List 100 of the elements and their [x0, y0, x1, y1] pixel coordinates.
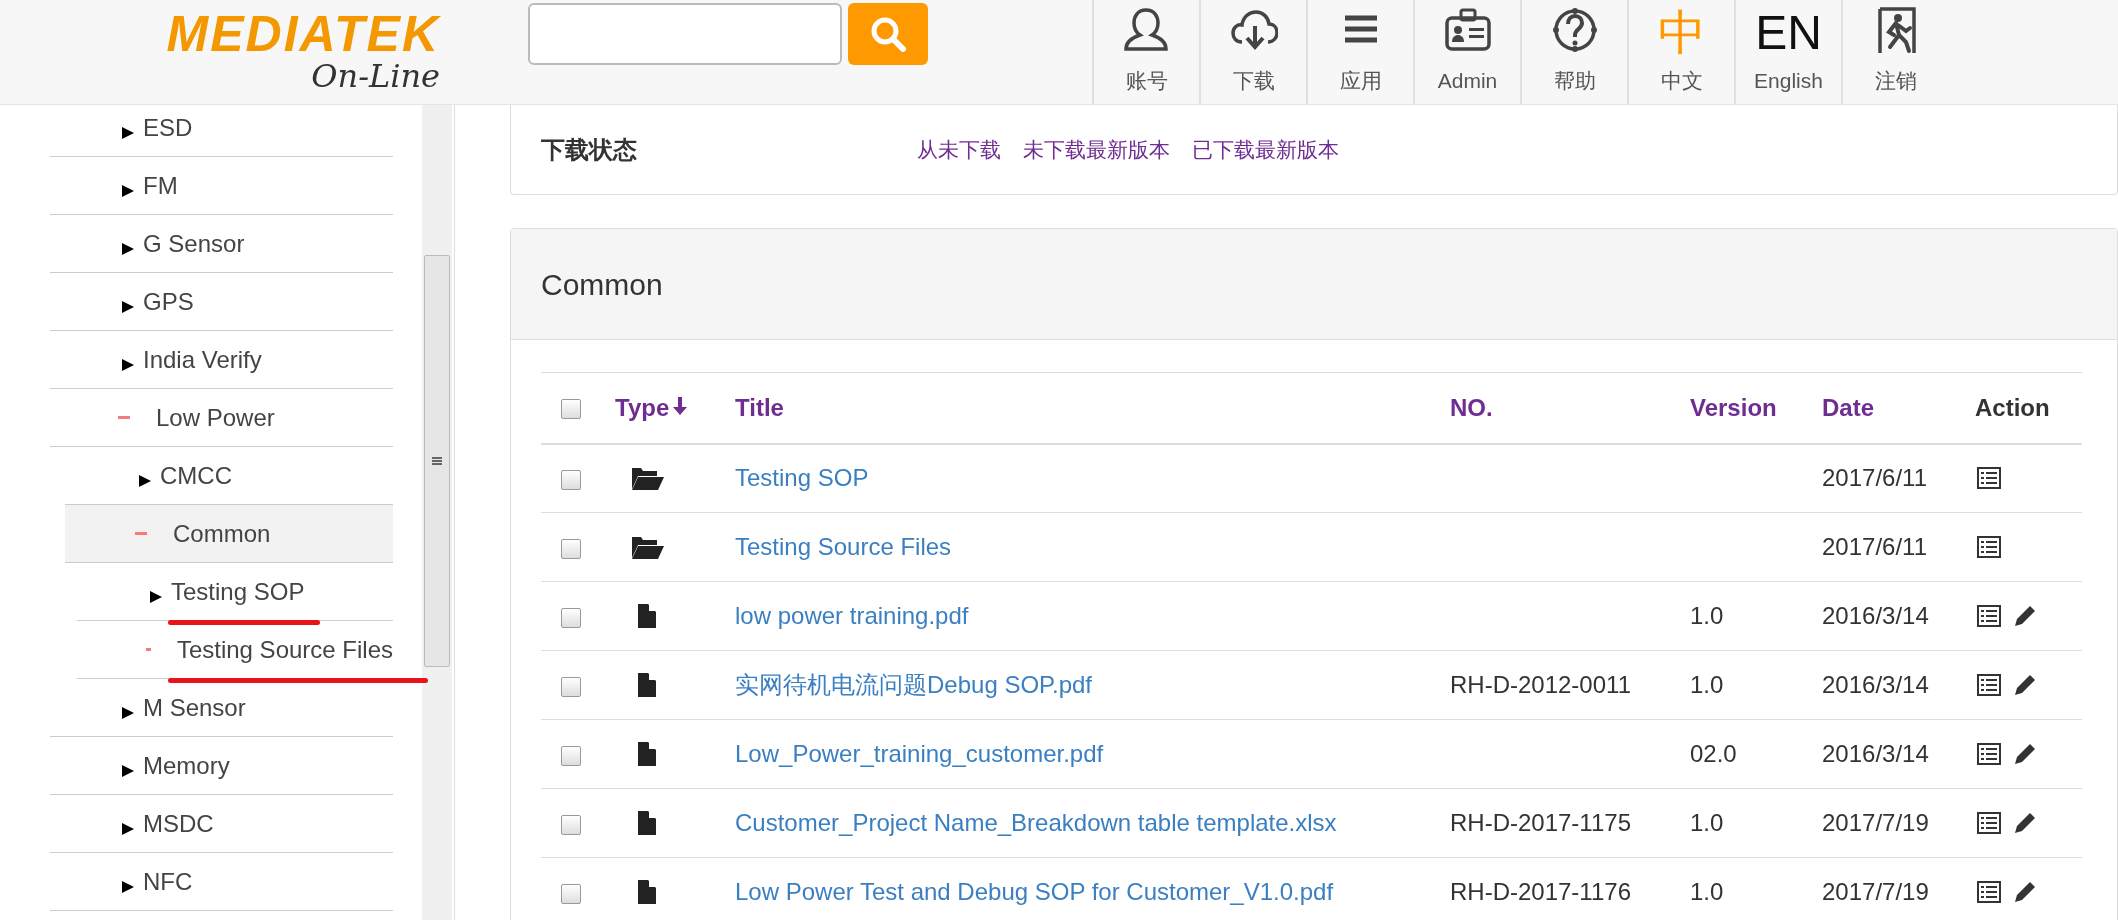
- language-glyph: 中: [1657, 5, 1706, 61]
- checkbox[interactable]: [560, 883, 581, 904]
- tree-label: Common: [173, 518, 271, 549]
- search-field[interactable]: [528, 3, 842, 65]
- edit-button[interactable]: [2013, 880, 2037, 904]
- nav-item[interactable]: 账号: [1092, 0, 1199, 104]
- list-icon: [1977, 812, 2001, 834]
- file-link[interactable]: low power training.pdf: [735, 602, 969, 629]
- tree-item[interactable]: MSDC: [50, 795, 393, 853]
- nav-item[interactable]: Admin: [1413, 0, 1520, 104]
- tree-label: G Sensor: [143, 228, 245, 259]
- language-option[interactable]: EN English: [1734, 0, 1841, 104]
- tree-label: FM: [143, 170, 178, 201]
- table-cell: RH-D-2012-0011: [1450, 671, 1631, 698]
- details-button[interactable]: [1977, 812, 2001, 834]
- tree-label: Memory: [143, 750, 230, 781]
- tree-item[interactable]: India Verify: [50, 331, 393, 389]
- tree-label: NFC: [143, 866, 193, 897]
- checkbox[interactable]: [560, 745, 581, 766]
- pencil-icon: [2013, 880, 2037, 904]
- tree-item[interactable]: G Sensor: [50, 215, 393, 273]
- pencil-icon: [2013, 742, 2037, 766]
- edit-button[interactable]: [2013, 742, 2037, 766]
- column-header[interactable]: NO.: [1450, 393, 1493, 421]
- checkbox[interactable]: [560, 607, 581, 628]
- details-button[interactable]: [1977, 605, 2001, 627]
- nav-label: Admin: [1437, 67, 1498, 94]
- document-icon: [638, 604, 656, 628]
- nav-item[interactable]: 注销: [1841, 0, 1948, 104]
- file-link[interactable]: 实网待机电流问题Debug SOP.pdf: [735, 671, 1092, 698]
- list-icon: [1977, 881, 2001, 903]
- language-glyph: EN: [1755, 5, 1822, 61]
- nav-item[interactable]: 帮助: [1520, 0, 1627, 104]
- checkbox[interactable]: [560, 676, 581, 697]
- tree-item[interactable]: ESD: [50, 105, 393, 157]
- nav-label: 下载: [1232, 67, 1275, 94]
- list-icon: [1977, 605, 2001, 627]
- checkbox[interactable]: [560, 399, 581, 420]
- column-header[interactable]: Date: [1822, 393, 1875, 421]
- column-header[interactable]: Type: [615, 393, 670, 421]
- tree-item[interactable]: Low Power: [50, 389, 393, 447]
- tree-label: GPS: [143, 286, 194, 317]
- file-link[interactable]: Customer_Project Name_Breakdown table template.xlsx: [735, 809, 1337, 836]
- list-icon: [1977, 743, 2001, 765]
- details-button[interactable]: [1977, 536, 2001, 558]
- tree-label: Low Power: [156, 402, 275, 433]
- search-button[interactable]: [848, 3, 928, 65]
- tree-item[interactable]: Common: [65, 505, 393, 563]
- tree-item[interactable]: GPS: [50, 273, 393, 331]
- tree-item[interactable]: NFC: [50, 853, 393, 911]
- tree-item[interactable]: M Sensor: [50, 679, 393, 737]
- document-icon: [638, 673, 656, 697]
- table-cell: 2016/3/14: [1822, 602, 1929, 629]
- file-link[interactable]: Testing SOP: [735, 464, 869, 492]
- filter-link[interactable]: 已下载最新版本: [1192, 133, 1339, 166]
- document-icon: [638, 811, 656, 835]
- details-button[interactable]: [1977, 881, 2001, 903]
- table-cell: 2017/7/19: [1822, 878, 1929, 905]
- table-cell: RH-D-2017-1175: [1450, 809, 1631, 836]
- language-option[interactable]: 中 中文: [1627, 0, 1734, 104]
- filter-link[interactable]: 未下载最新版本: [1023, 133, 1170, 166]
- tree-item[interactable]: FM: [50, 157, 393, 215]
- folder-icon: [632, 534, 664, 560]
- table-cell: 1.0: [1690, 809, 1724, 836]
- table-cell: 02.0: [1690, 740, 1737, 767]
- table-cell: 2017/6/11: [1822, 533, 1927, 560]
- tree-label: India Verify: [143, 344, 262, 375]
- pencil-icon: [2013, 811, 2037, 835]
- table-cell: 2017/7/19: [1822, 809, 1929, 836]
- filter-link[interactable]: 从未下载: [917, 133, 1001, 166]
- nav-label: 帮助: [1553, 67, 1596, 94]
- sort-arrow-icon: [673, 397, 688, 416]
- nav-item[interactable]: 应用: [1306, 0, 1413, 104]
- tree-item[interactable]: Memory: [50, 737, 393, 795]
- file-link[interactable]: Low_Power_training_customer.pdf: [735, 740, 1104, 767]
- tree-label: ESD: [143, 112, 193, 143]
- checkbox[interactable]: [560, 814, 581, 835]
- column-header[interactable]: Action: [1975, 393, 2050, 421]
- logo-tagline: On-Line: [311, 58, 440, 94]
- checkbox[interactable]: [560, 469, 581, 490]
- nav-label: 注销: [1874, 67, 1917, 94]
- checkbox[interactable]: [560, 538, 581, 559]
- folder-icon: [632, 465, 664, 492]
- table-cell: RH-D-2017-1176: [1450, 878, 1631, 905]
- edit-button[interactable]: [2013, 673, 2037, 697]
- nav-label: 中文: [1660, 67, 1703, 94]
- file-link[interactable]: Low Power Test and Debug SOP for Customer_V1.0.pdf: [735, 878, 1334, 905]
- table-cell: 1.0: [1690, 602, 1724, 629]
- scrollbar-thumb[interactable]: [424, 255, 450, 667]
- edit-button[interactable]: [2013, 604, 2037, 628]
- details-button[interactable]: [1977, 467, 2001, 490]
- tree-label: Testing Source Files: [176, 634, 393, 665]
- file-link[interactable]: Testing Source Files: [735, 533, 952, 560]
- column-header[interactable]: Title: [735, 393, 784, 421]
- column-header[interactable]: Version: [1690, 393, 1777, 421]
- details-button[interactable]: [1977, 743, 2001, 765]
- nav-item[interactable]: 下载: [1199, 0, 1306, 104]
- table-cell: 1.0: [1690, 671, 1724, 698]
- details-button[interactable]: [1977, 674, 2001, 696]
- edit-button[interactable]: [2013, 811, 2037, 835]
